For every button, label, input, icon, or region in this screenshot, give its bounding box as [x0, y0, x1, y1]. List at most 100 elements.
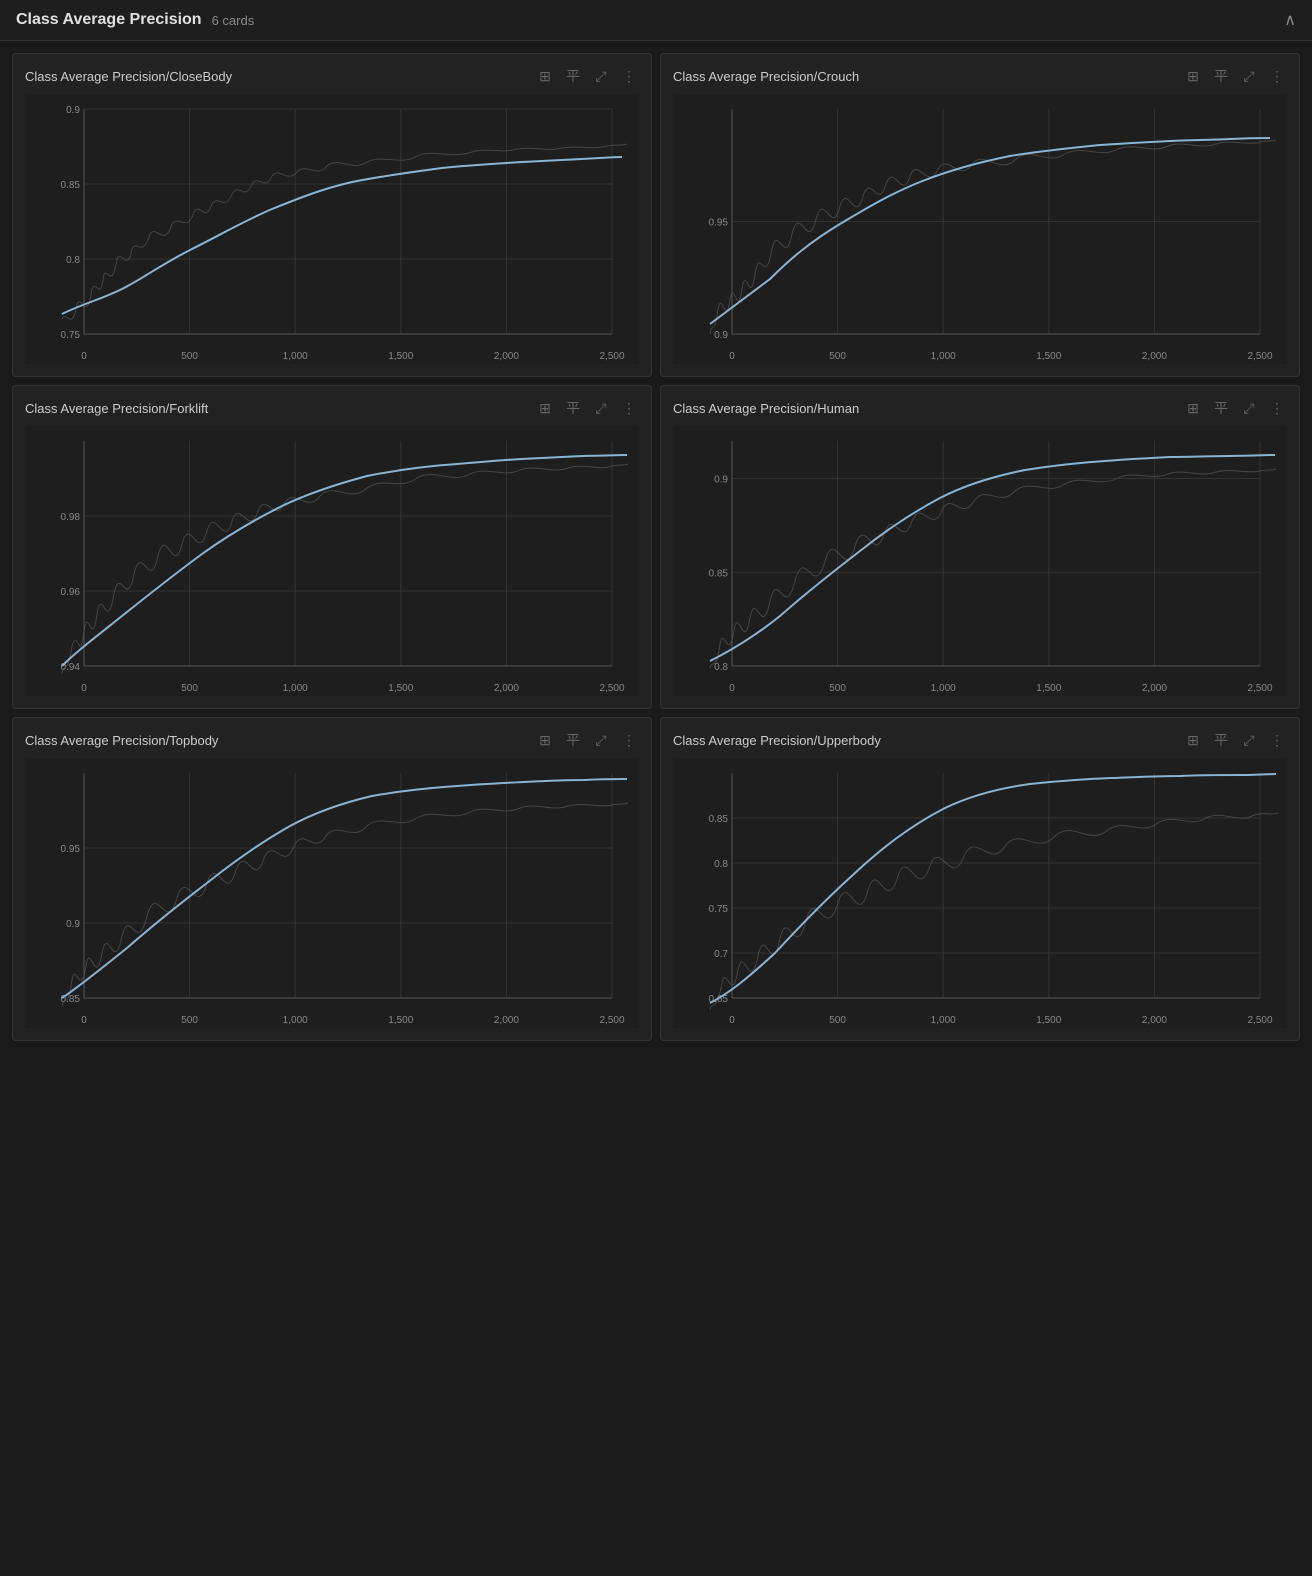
card-controls: ⊞ 平 ⤢ ⋮ — [1183, 66, 1287, 86]
svg-text:2,500: 2,500 — [1247, 1015, 1272, 1026]
more-icon[interactable]: ⋮ — [619, 398, 639, 418]
card-controls: ⊞ 平 ⤢ ⋮ — [535, 66, 639, 86]
svg-text:0: 0 — [81, 351, 87, 362]
svg-text:0.96: 0.96 — [61, 587, 81, 598]
card-controls: ⊞ 平 ⤢ ⋮ — [535, 730, 639, 750]
section-title: Class Average Precision — [16, 11, 202, 29]
svg-text:1,000: 1,000 — [283, 683, 308, 694]
svg-text:0.75: 0.75 — [709, 904, 729, 915]
expand-icon[interactable]: ⤢ — [1239, 398, 1259, 418]
pin-icon[interactable]: 平 — [563, 730, 583, 750]
cards-grid: Class Average Precision/CloseBody ⊞ 平 ⤢ … — [0, 41, 1312, 1053]
chart-svg: 0.850.80.750.70.65 05001,0001,5002,0002,… — [673, 758, 1287, 1028]
card-title: Class Average Precision/CloseBody — [25, 69, 232, 84]
card-close-body: Class Average Precision/CloseBody ⊞ 平 ⤢ … — [12, 53, 652, 377]
collapse-button[interactable]: ∧ — [1284, 10, 1296, 30]
svg-text:1,500: 1,500 — [1036, 1015, 1061, 1026]
expand-icon[interactable]: ⤢ — [591, 730, 611, 750]
card-controls: ⊞ 平 ⤢ ⋮ — [1183, 730, 1287, 750]
chart-area: 0.980.960.94 05001,0001,5002,0002,500 — [25, 426, 639, 696]
card-title: Class Average Precision/Forklift — [25, 401, 208, 416]
svg-text:500: 500 — [829, 351, 846, 362]
card-crouch: Class Average Precision/Crouch ⊞ 平 ⤢ ⋮ 0… — [660, 53, 1300, 377]
chart-area: 0.90.850.80.75 05001,0001,5002,0002,500 — [25, 94, 639, 364]
card-title: Class Average Precision/Crouch — [673, 69, 859, 84]
image-icon[interactable]: ⊞ — [535, 66, 555, 86]
card-header: Class Average Precision/Forklift ⊞ 平 ⤢ ⋮ — [25, 398, 639, 418]
more-icon[interactable]: ⋮ — [619, 66, 639, 86]
svg-text:2,000: 2,000 — [494, 683, 519, 694]
chart-area: 0.95 0.9 0 500 1,000 1,500 2,000 2,500 — [673, 94, 1287, 364]
expand-icon[interactable]: ⤢ — [591, 398, 611, 418]
expand-icon[interactable]: ⤢ — [1239, 730, 1259, 750]
svg-text:1,000: 1,000 — [931, 351, 956, 362]
pin-icon[interactable]: 平 — [1211, 66, 1231, 86]
svg-text:0: 0 — [81, 1015, 87, 1026]
more-icon[interactable]: ⋮ — [1267, 66, 1287, 86]
svg-text:0.85: 0.85 — [709, 814, 729, 825]
chart-svg: 0.980.960.94 05001,0001,5002,0002,500 — [25, 426, 639, 696]
svg-text:1,500: 1,500 — [388, 1015, 413, 1026]
svg-text:0.8: 0.8 — [66, 255, 80, 266]
card-header: Class Average Precision/Topbody ⊞ 平 ⤢ ⋮ — [25, 730, 639, 750]
svg-text:0.95: 0.95 — [61, 844, 81, 855]
svg-text:2,000: 2,000 — [1142, 351, 1167, 362]
more-icon[interactable]: ⋮ — [1267, 398, 1287, 418]
expand-icon[interactable]: ⤢ — [1239, 66, 1259, 86]
svg-text:0: 0 — [729, 683, 735, 694]
card-forklift: Class Average Precision/Forklift ⊞ 平 ⤢ ⋮… — [12, 385, 652, 709]
svg-text:1,000: 1,000 — [283, 1015, 308, 1026]
more-icon[interactable]: ⋮ — [1267, 730, 1287, 750]
chart-svg: 0.90.850.80.75 05001,0001,5002,0002,500 — [25, 94, 639, 364]
card-human: Class Average Precision/Human ⊞ 平 ⤢ ⋮ 0.… — [660, 385, 1300, 709]
svg-text:0.9: 0.9 — [66, 105, 80, 116]
card-controls: ⊞ 平 ⤢ ⋮ — [1183, 398, 1287, 418]
more-icon[interactable]: ⋮ — [619, 730, 639, 750]
card-header: Class Average Precision/Human ⊞ 平 ⤢ ⋮ — [673, 398, 1287, 418]
svg-text:0.9: 0.9 — [714, 475, 728, 486]
svg-text:0.9: 0.9 — [66, 919, 80, 930]
image-icon[interactable]: ⊞ — [1183, 66, 1203, 86]
svg-text:2,000: 2,000 — [494, 1015, 519, 1026]
card-header: Class Average Precision/Upperbody ⊞ 平 ⤢ … — [673, 730, 1287, 750]
svg-text:500: 500 — [181, 1015, 198, 1026]
section-container: Class Average Precision 6 cards ∧ Class … — [0, 0, 1312, 1053]
card-controls: ⊞ 平 ⤢ ⋮ — [535, 398, 639, 418]
card-title: Class Average Precision/Human — [673, 401, 859, 416]
image-icon[interactable]: ⊞ — [1183, 730, 1203, 750]
svg-text:0.95: 0.95 — [709, 218, 729, 229]
card-title: Class Average Precision/Topbody — [25, 733, 218, 748]
svg-text:1,500: 1,500 — [388, 351, 413, 362]
card-header: Class Average Precision/Crouch ⊞ 平 ⤢ ⋮ — [673, 66, 1287, 86]
svg-text:1,500: 1,500 — [1036, 351, 1061, 362]
pin-icon[interactable]: 平 — [563, 398, 583, 418]
svg-text:1,000: 1,000 — [283, 351, 308, 362]
svg-text:0.85: 0.85 — [61, 994, 81, 1005]
svg-text:0: 0 — [729, 351, 735, 362]
card-title: Class Average Precision/Upperbody — [673, 733, 881, 748]
svg-text:0.85: 0.85 — [61, 180, 81, 191]
svg-text:0.9: 0.9 — [714, 330, 728, 341]
image-icon[interactable]: ⊞ — [535, 730, 555, 750]
svg-text:0.98: 0.98 — [61, 512, 81, 523]
image-icon[interactable]: ⊞ — [535, 398, 555, 418]
section-header: Class Average Precision 6 cards ∧ — [0, 0, 1312, 41]
pin-icon[interactable]: 平 — [563, 66, 583, 86]
svg-text:1,000: 1,000 — [931, 1015, 956, 1026]
expand-icon[interactable]: ⤢ — [591, 66, 611, 86]
svg-text:500: 500 — [181, 351, 198, 362]
svg-text:500: 500 — [829, 683, 846, 694]
pin-icon[interactable]: 平 — [1211, 398, 1231, 418]
svg-text:2,500: 2,500 — [599, 683, 624, 694]
image-icon[interactable]: ⊞ — [1183, 398, 1203, 418]
chart-area: 0.950.90.85 05001,0001,5002,0002,500 — [25, 758, 639, 1028]
chart-svg: 0.950.90.85 05001,0001,5002,0002,500 — [25, 758, 639, 1028]
card-header: Class Average Precision/CloseBody ⊞ 平 ⤢ … — [25, 66, 639, 86]
svg-text:500: 500 — [181, 683, 198, 694]
svg-text:0: 0 — [729, 1015, 735, 1026]
svg-text:2,500: 2,500 — [1247, 351, 1272, 362]
pin-icon[interactable]: 平 — [1211, 730, 1231, 750]
card-upperbody: Class Average Precision/Upperbody ⊞ 平 ⤢ … — [660, 717, 1300, 1041]
chart-area: 0.90.850.8 05001,0001,5002,0002,500 — [673, 426, 1287, 696]
svg-text:0.85: 0.85 — [709, 568, 729, 579]
